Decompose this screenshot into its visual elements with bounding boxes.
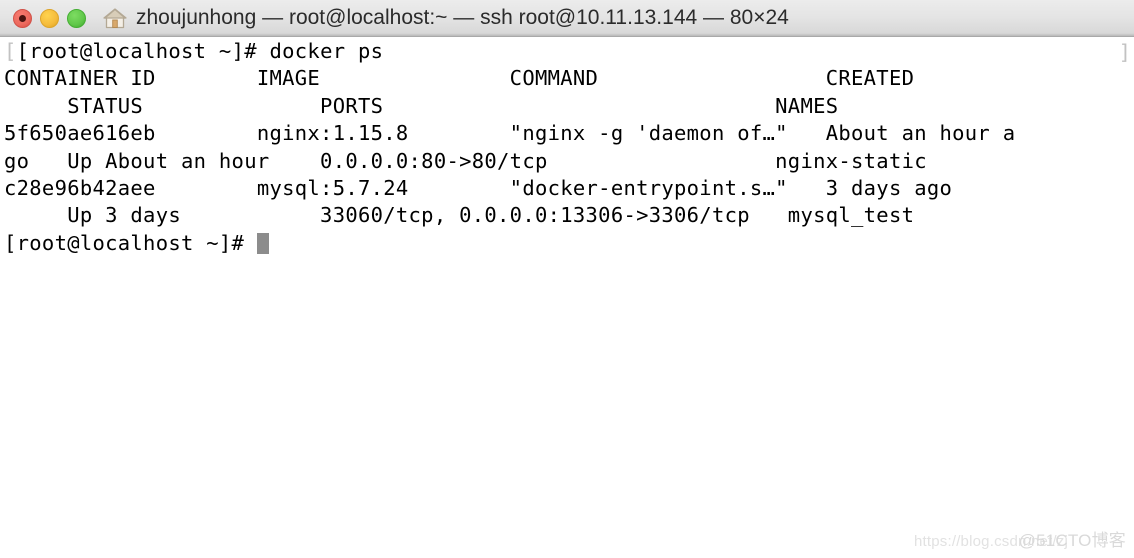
terminal-line-row2-b: Up 3 days 33060/tcp, 0.0.0.0:13306->3306… bbox=[4, 203, 915, 228]
maximize-button[interactable] bbox=[67, 8, 86, 28]
terminal-window: zhoujunhong — root@localhost:~ — ssh roo… bbox=[0, 0, 1134, 558]
terminal-line-header-2: STATUS PORTS NAMES bbox=[4, 93, 839, 118]
minimize-button[interactable] bbox=[40, 8, 59, 28]
terminal-line-row1-a: 5f650ae616eb nginx:1.15.8 "nginx -g 'dae… bbox=[4, 121, 1016, 146]
traffic-light-buttons bbox=[13, 8, 86, 28]
window-title-text: zhoujunhong — root@localhost:~ — ssh roo… bbox=[136, 6, 789, 29]
terminal-content-area[interactable]: [[root@localhost ~]# docker ps CONTAINER… bbox=[0, 37, 1134, 558]
home-icon bbox=[103, 7, 127, 29]
terminal-line-row1-b: go Up About an hour 0.0.0.0:80->80/tcp n… bbox=[4, 148, 927, 173]
watermark-51cto: @51CTO博客 bbox=[1018, 531, 1126, 550]
terminal-line-command: [[root@localhost ~]# docker ps bbox=[0, 38, 1134, 65]
terminal-cursor bbox=[256, 232, 269, 254]
ghost-bracket-left: [ bbox=[4, 39, 17, 63]
terminal-line-header-1: CONTAINER ID IMAGE COMMAND CREATED bbox=[4, 66, 915, 91]
terminal-line-text: [root@localhost ~]# docker ps bbox=[16, 39, 384, 63]
terminal-line-row2-a: c28e96b42aee mysql:5.7.24 "docker-entryp… bbox=[4, 175, 953, 200]
window-title-area: zhoujunhong — root@localhost:~ — ssh roo… bbox=[103, 6, 789, 30]
ghost-bracket-right: ] bbox=[1118, 40, 1131, 64]
close-button[interactable] bbox=[13, 8, 32, 28]
prompt-text: [root@localhost ~]# bbox=[4, 230, 257, 255]
terminal-output: [[root@localhost ~]# docker ps CONTAINER… bbox=[0, 38, 1134, 257]
window-titlebar[interactable]: zhoujunhong — root@localhost:~ — ssh roo… bbox=[0, 0, 1134, 37]
terminal-line-prompt: [root@localhost ~]# bbox=[0, 230, 1134, 257]
